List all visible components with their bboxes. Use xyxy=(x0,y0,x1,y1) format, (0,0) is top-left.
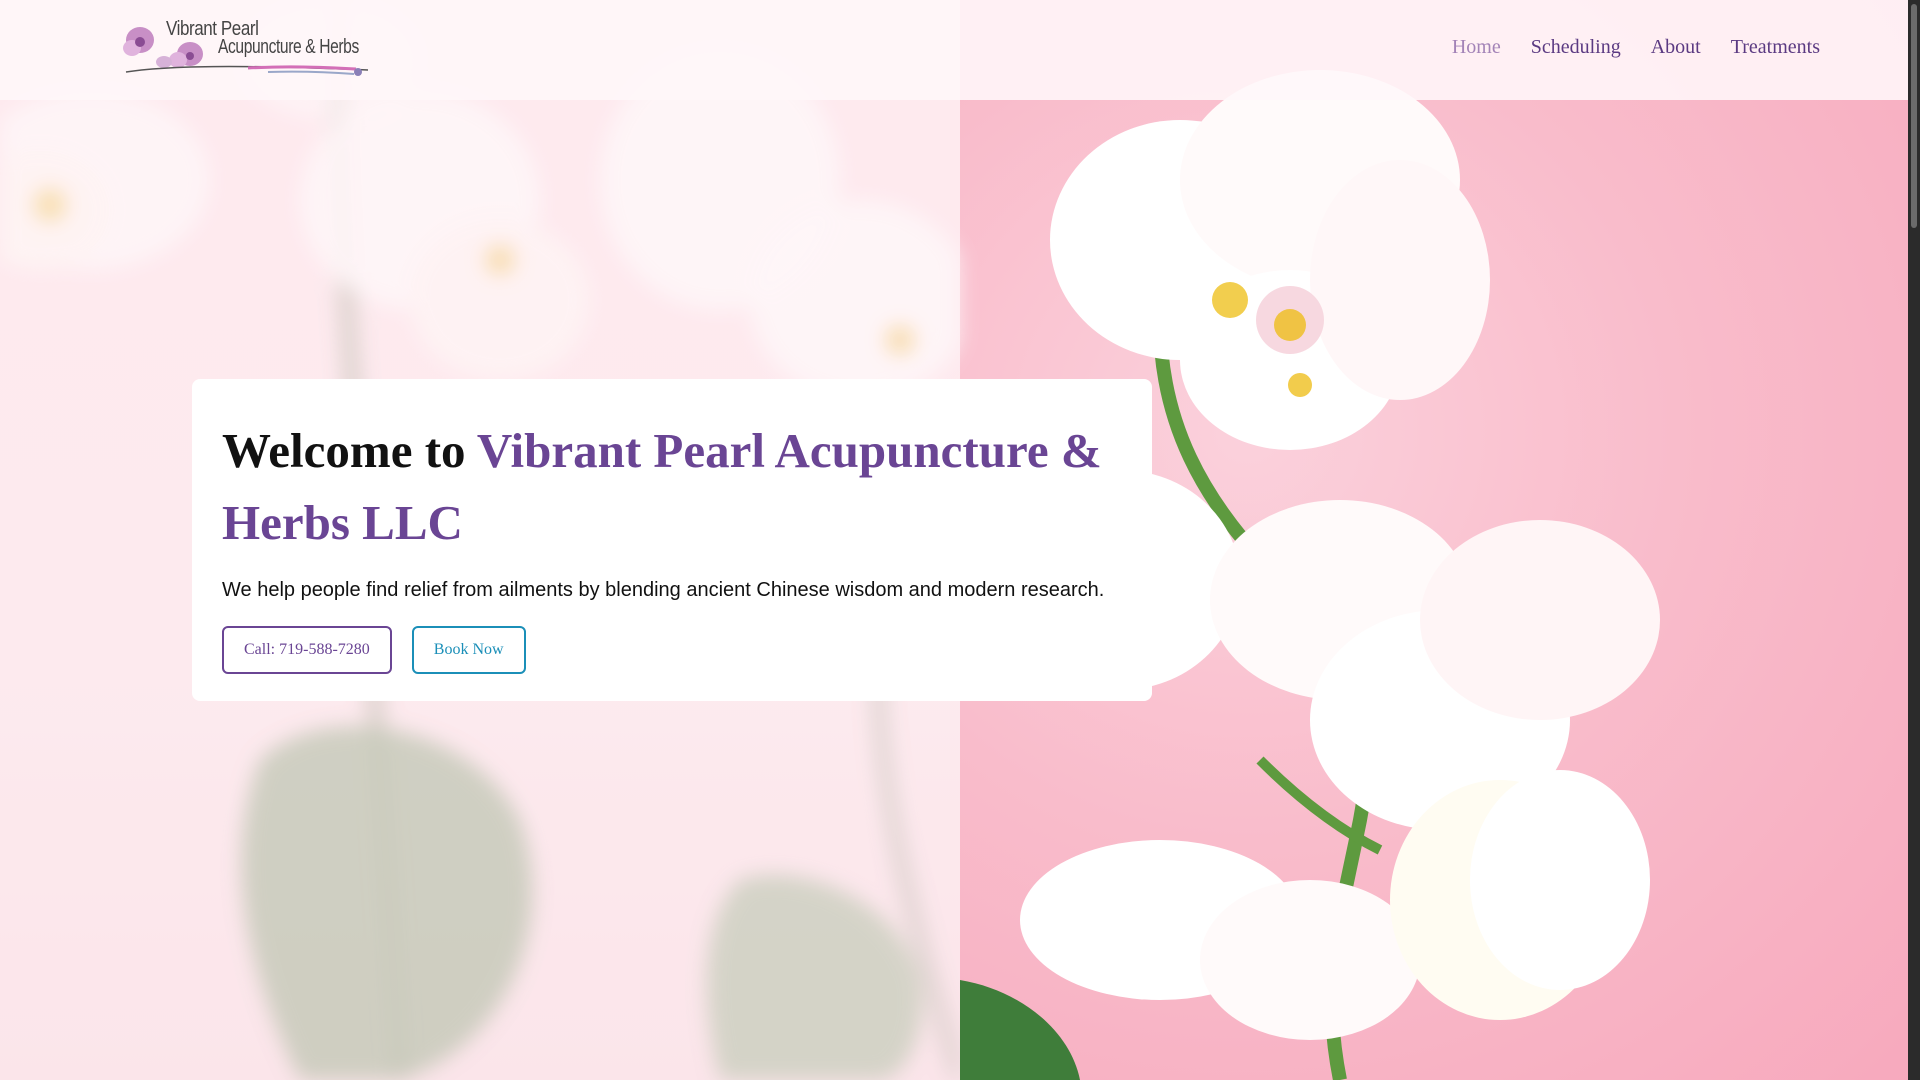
book-now-button[interactable]: Book Now xyxy=(411,626,526,674)
hero-button-row: Call: 719-588-7280 Book Now xyxy=(222,626,1122,674)
nav-item-treatments[interactable]: Treatments xyxy=(1731,36,1820,59)
page-scrollbar[interactable] xyxy=(1908,0,1920,1080)
scrollbar-thumb[interactable] xyxy=(1911,4,1917,228)
main-nav: Home Scheduling About Treatments xyxy=(1452,36,1820,59)
nav-item-scheduling[interactable]: Scheduling xyxy=(1531,36,1621,59)
nav-item-about[interactable]: About xyxy=(1651,36,1701,59)
site-header: Vibrant Pearl Acupuncture & Herbs Home S… xyxy=(0,0,1908,100)
hero-title: Welcome to Vibrant Pearl Acupuncture & H… xyxy=(222,415,1122,559)
hero-subtitle: We help people find relief from ailments… xyxy=(222,579,1105,601)
site-logo[interactable]: Vibrant Pearl Acupuncture & Herbs xyxy=(118,14,370,80)
nav-item-home[interactable]: Home xyxy=(1452,36,1501,59)
logo-text-line2: Acupuncture & Herbs xyxy=(218,36,359,58)
call-button[interactable]: Call: 719-588-7280 xyxy=(222,626,392,674)
hero-card: Welcome to Vibrant Pearl Acupuncture & H… xyxy=(192,379,1152,701)
hero-title-prefix: Welcome to xyxy=(222,423,477,478)
